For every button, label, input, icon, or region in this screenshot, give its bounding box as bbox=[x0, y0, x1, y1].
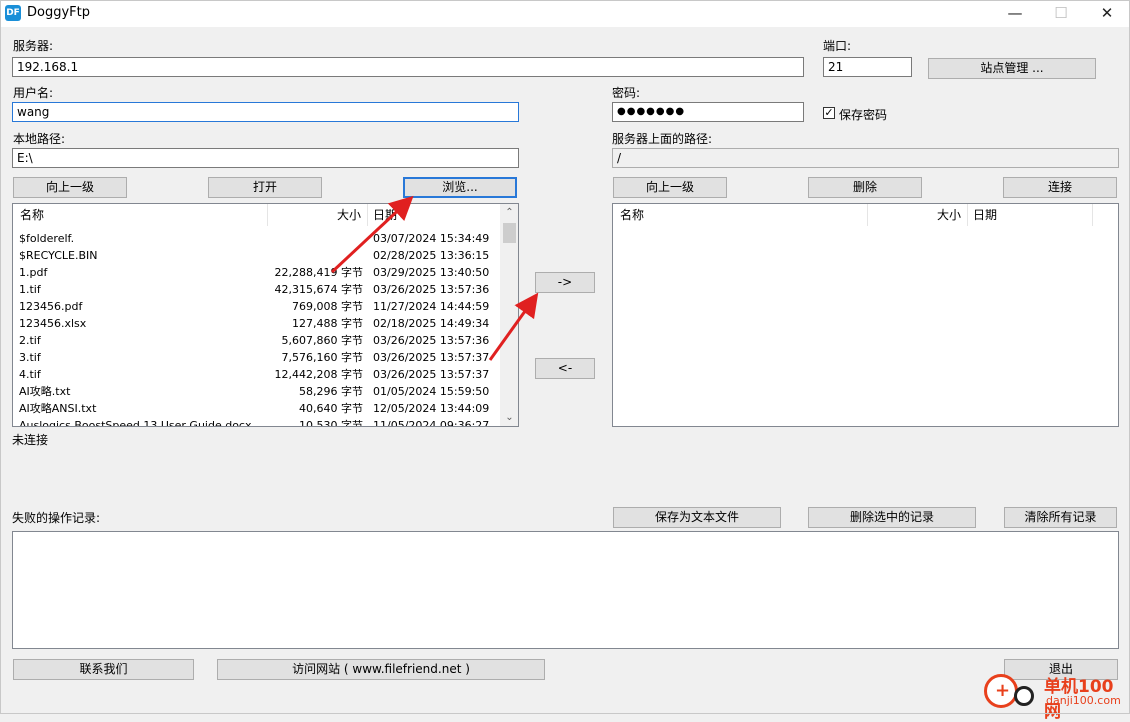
watermark-url: danji100.com bbox=[1046, 694, 1121, 707]
watermark-dot-icon bbox=[1014, 686, 1034, 706]
annotation-arrow-upload bbox=[488, 292, 539, 361]
watermark: + 单机100网 danji100.com bbox=[982, 670, 1130, 722]
watermark-logo-icon: + bbox=[984, 674, 1018, 708]
annotation-arrows bbox=[330, 195, 539, 361]
annotation-arrow-browse bbox=[330, 195, 414, 274]
